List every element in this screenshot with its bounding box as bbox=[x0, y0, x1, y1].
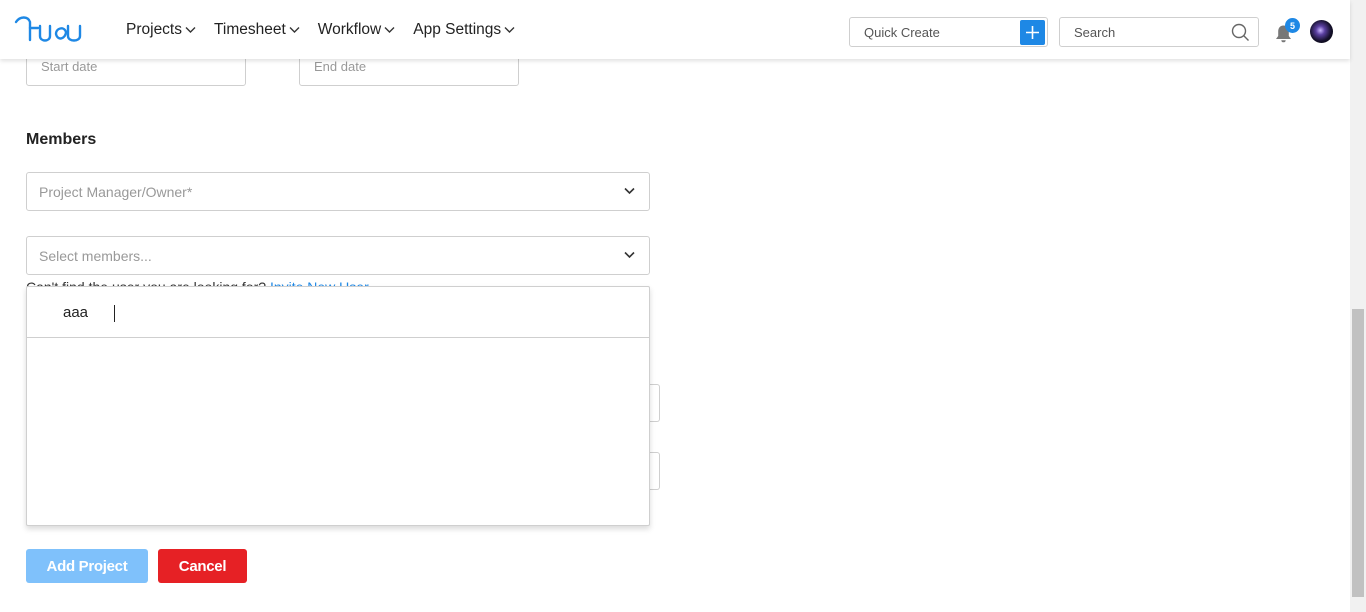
nav-projects-label: Projects bbox=[126, 20, 182, 38]
user-avatar[interactable] bbox=[1310, 20, 1333, 43]
top-navigation-bar: Projects Timesheet Workflow App Settings… bbox=[0, 0, 1350, 59]
project-manager-placeholder: Project Manager/Owner* bbox=[39, 184, 193, 200]
members-dropdown-search[interactable] bbox=[27, 287, 649, 338]
nav-timesheet[interactable]: Timesheet bbox=[214, 21, 300, 39]
global-search-box bbox=[1059, 17, 1259, 47]
nav-app-settings-label: App Settings bbox=[413, 20, 502, 38]
chevron-down-icon bbox=[504, 26, 515, 33]
members-dropdown bbox=[26, 286, 650, 526]
end-date-placeholder: End date bbox=[314, 59, 367, 74]
text-caret bbox=[114, 305, 115, 322]
nav-workflow-label: Workflow bbox=[317, 20, 382, 38]
search-icon[interactable] bbox=[1231, 23, 1250, 42]
page-scrollbar[interactable] bbox=[1350, 0, 1366, 612]
chevron-down-icon bbox=[185, 26, 196, 33]
members-search-input[interactable] bbox=[63, 299, 623, 325]
chevron-down-icon bbox=[289, 26, 300, 33]
members-select[interactable]: Select members... bbox=[26, 236, 650, 275]
cancel-button[interactable]: Cancel bbox=[158, 549, 247, 583]
app-logo[interactable] bbox=[14, 14, 84, 46]
quick-create-input[interactable] bbox=[850, 18, 1020, 46]
quick-create-plus-button[interactable] bbox=[1020, 20, 1045, 45]
add-project-button[interactable]: Add Project bbox=[26, 549, 148, 583]
scrollbar-thumb[interactable] bbox=[1352, 309, 1364, 597]
project-manager-select[interactable]: Project Manager/Owner* bbox=[26, 172, 650, 211]
members-section-title: Members bbox=[26, 131, 97, 148]
chevron-down-icon bbox=[624, 187, 635, 195]
search-input[interactable] bbox=[1060, 18, 1230, 46]
main-nav: Projects Timesheet Workflow App Settings bbox=[126, 0, 533, 59]
nav-app-settings[interactable]: App Settings bbox=[413, 21, 515, 39]
chevron-down-icon bbox=[384, 26, 395, 33]
start-date-placeholder: Start date bbox=[41, 59, 98, 74]
nav-projects[interactable]: Projects bbox=[126, 21, 196, 39]
chevron-down-icon bbox=[624, 251, 635, 259]
plus-icon bbox=[1026, 26, 1039, 39]
notification-badge: 5 bbox=[1285, 18, 1300, 33]
members-placeholder: Select members... bbox=[39, 248, 152, 264]
nav-workflow[interactable]: Workflow bbox=[318, 21, 395, 39]
quick-create-box bbox=[849, 17, 1048, 47]
nav-timesheet-label: Timesheet bbox=[214, 20, 286, 38]
